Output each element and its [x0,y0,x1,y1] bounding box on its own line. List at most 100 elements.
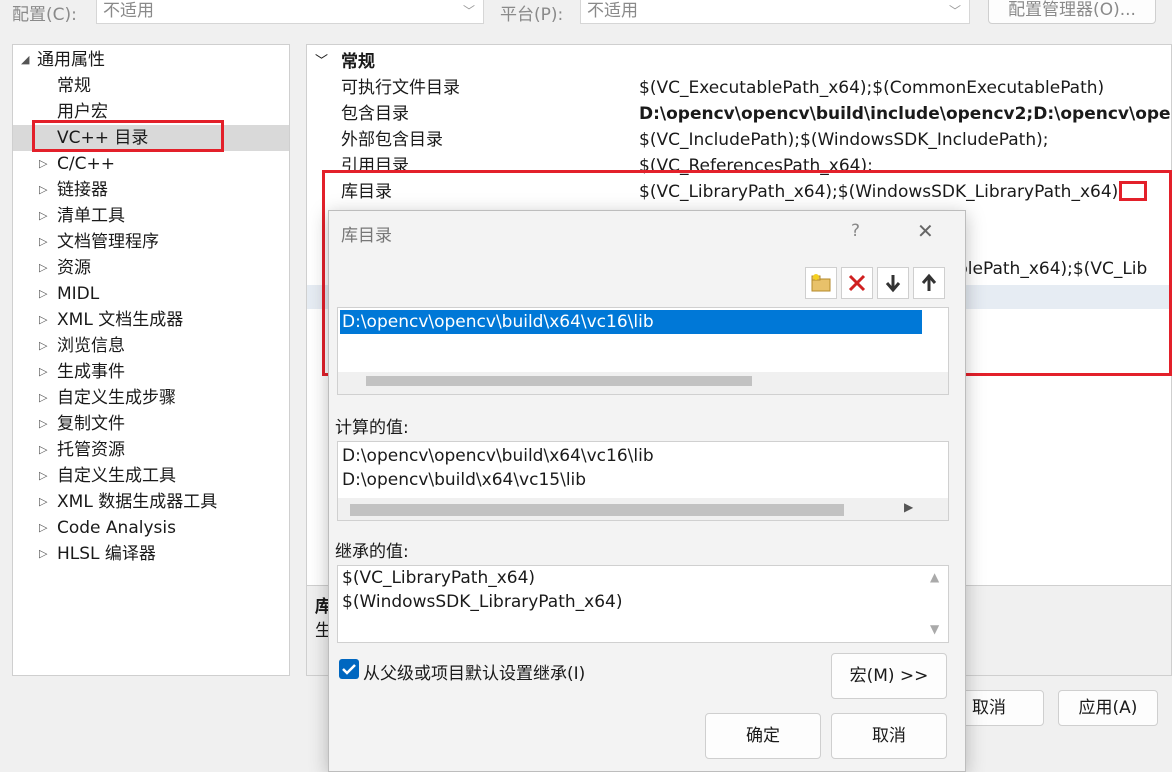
tree-item-label: C/C++ [57,154,115,174]
expand-arrow-icon[interactable]: ▷ [39,359,47,385]
expand-arrow-icon[interactable]: ▷ [39,177,47,203]
expand-arrow-icon[interactable]: ▷ [39,489,47,515]
expand-arrow-icon[interactable]: ▷ [39,203,47,229]
platform-combo[interactable]: 不适用 ﹀ [580,0,970,24]
expand-arrow-icon[interactable]: ▷ [39,229,47,255]
dialog-cancel-button[interactable]: 取消 [831,713,947,759]
horizontal-scrollbar[interactable] [338,372,948,394]
tree-item[interactable]: ▷ 资源 [13,255,289,281]
highlight-box [32,120,224,152]
new-folder-icon[interactable] [805,267,837,299]
library-directories-dialog: 库目录 ? ✕ D:\opencv\opencv\build\x64\vc16\… [328,210,966,772]
inherited-values-box: $(VC_LibraryPath_x64) $(WindowsSDK_Librar… [337,565,949,643]
expand-arrow-icon[interactable]: ▷ [39,333,47,359]
tree-item-label: 文档管理程序 [57,232,159,252]
tree-item[interactable]: ▷ C/C++ [13,151,289,177]
tree-item[interactable]: 常规 [13,73,289,99]
scroll-right-icon[interactable]: ▶ [904,500,913,514]
tree-item[interactable]: ▷ MIDL [13,281,289,307]
expand-arrow-icon[interactable]: ▷ [39,151,47,177]
list-item: D:\opencv\opencv\build\x64\vc16\lib [342,446,654,466]
tree-item[interactable]: ▷ XML 数据生成器工具 [13,489,289,515]
move-up-icon[interactable] [913,267,945,299]
tree-item-label: MIDL [57,284,100,304]
list-item: $(VC_LibraryPath_x64) [342,568,536,588]
config-manager-button[interactable]: 配置管理器(O)... [988,0,1156,24]
tree-item[interactable]: ▷ 清单工具 [13,203,289,229]
tree-item-label: Code Analysis [57,518,176,538]
move-down-icon[interactable] [877,267,909,299]
chevron-down-icon: ﹀ [948,4,961,18]
tree-item-label: XML 数据生成器工具 [57,492,218,512]
tree-item-label: 链接器 [57,180,108,200]
apply-button[interactable]: 应用(A) [1058,690,1158,726]
tree-item[interactable]: ▷ 自定义生成工具 [13,463,289,489]
list-item: $(WindowsSDK_LibraryPath_x64) [342,592,623,612]
tree-item[interactable]: ▷ 文档管理程序 [13,229,289,255]
expand-arrow-icon[interactable]: ▷ [39,385,47,411]
config-label: 配置(C): [12,5,77,25]
expand-arrow-icon[interactable]: ▷ [39,281,47,307]
scroll-up-icon[interactable]: ▲ [930,570,939,584]
property-name: 可执行文件目录 [341,78,460,98]
expand-arrow-icon[interactable]: ▷ [39,411,47,437]
platform-label: 平台(P): [500,5,564,25]
inherit-checkbox[interactable] [339,659,359,679]
property-name: 外部包含目录 [341,130,443,150]
ok-button[interactable]: 确定 [705,713,821,759]
property-name: 包含目录 [341,104,409,124]
highlight-box [1119,181,1147,201]
computed-label: 计算的值: [335,418,409,438]
property-value: D:\opencv\opencv\build\include\opencv2;D… [639,104,1171,124]
tree-item-label: 浏览信息 [57,336,125,356]
tree-item[interactable]: ▷ Code Analysis [13,515,289,541]
scrollbar-thumb[interactable] [366,376,752,386]
tree-item-label: 托管资源 [57,440,125,460]
property-value: $(VC_ExecutablePath_x64);$(CommonExecuta… [639,78,1105,98]
config-combo[interactable]: 不适用 ﹀ [96,0,484,24]
check-icon [342,664,356,675]
property-row[interactable]: 可执行文件目录 $(VC_ExecutablePath_x64);$(Common… [307,75,1171,101]
tree-item-label: 自定义生成工具 [57,466,176,486]
expand-arrow-icon[interactable]: ▷ [39,255,47,281]
tree-item[interactable]: ▷ 浏览信息 [13,333,289,359]
tree-item[interactable]: ▷ 自定义生成步骤 [13,385,289,411]
scroll-down-icon[interactable]: ▼ [930,622,939,636]
expand-arrow-icon[interactable]: ▷ [39,515,47,541]
macros-button[interactable]: 宏(M) >> [831,653,947,699]
expand-arrow-icon[interactable]: ▷ [39,437,47,463]
help-button[interactable]: ? [851,221,860,241]
tree-item[interactable]: ▷ 生成事件 [13,359,289,385]
tree-item-label: 资源 [57,258,91,278]
dialog-title: 库目录 [341,226,392,246]
chevron-down-icon[interactable]: ﹀ [315,49,328,75]
tree-item-label: 自定义生成步骤 [57,388,176,408]
tree-item[interactable]: ▷ XML 文档生成器 [13,307,289,333]
computed-values-box: D:\opencv\opencv\build\x64\vc16\lib D:\op… [337,441,949,521]
delete-icon[interactable] [841,267,873,299]
platform-value: 不适用 [587,1,638,21]
tree-item-label: XML 文档生成器 [57,310,184,330]
tree-item[interactable]: ▷ 复制文件 [13,411,289,437]
collapse-arrow-icon[interactable]: ◢ [21,47,29,73]
scrollbar-thumb[interactable] [350,504,844,516]
inherited-label: 继承的值: [335,542,409,562]
inherit-checkbox-label: 从父级或项目默认设置继承(I) [363,664,586,684]
tree-item[interactable]: ▷ 托管资源 [13,437,289,463]
tree-item-label: 常规 [57,76,91,96]
horizontal-scrollbar[interactable]: ▶ [338,498,948,520]
tree-root[interactable]: ◢ 通用属性 [13,47,289,73]
property-row[interactable]: 包含目录 D:\opencv\opencv\build\include\openc… [307,101,1171,127]
property-row[interactable]: 外部包含目录 $(VC_IncludePath);$(WindowsSDK_Inc… [307,127,1171,153]
tree-item[interactable]: ▷ 链接器 [13,177,289,203]
tree-item-label: 生成事件 [57,362,125,382]
list-item[interactable]: D:\opencv\opencv\build\x64\vc16\lib [340,310,922,334]
tree-item[interactable]: ▷ HLSL 编译器 [13,541,289,567]
section-header[interactable]: ﹀ 常规 [307,49,1171,75]
close-icon[interactable]: ✕ [917,219,934,243]
tree-item-label: 复制文件 [57,414,125,434]
expand-arrow-icon[interactable]: ▷ [39,307,47,333]
directory-list[interactable]: D:\opencv\opencv\build\x64\vc16\lib [337,307,949,395]
expand-arrow-icon[interactable]: ▷ [39,463,47,489]
expand-arrow-icon[interactable]: ▷ [39,541,47,567]
